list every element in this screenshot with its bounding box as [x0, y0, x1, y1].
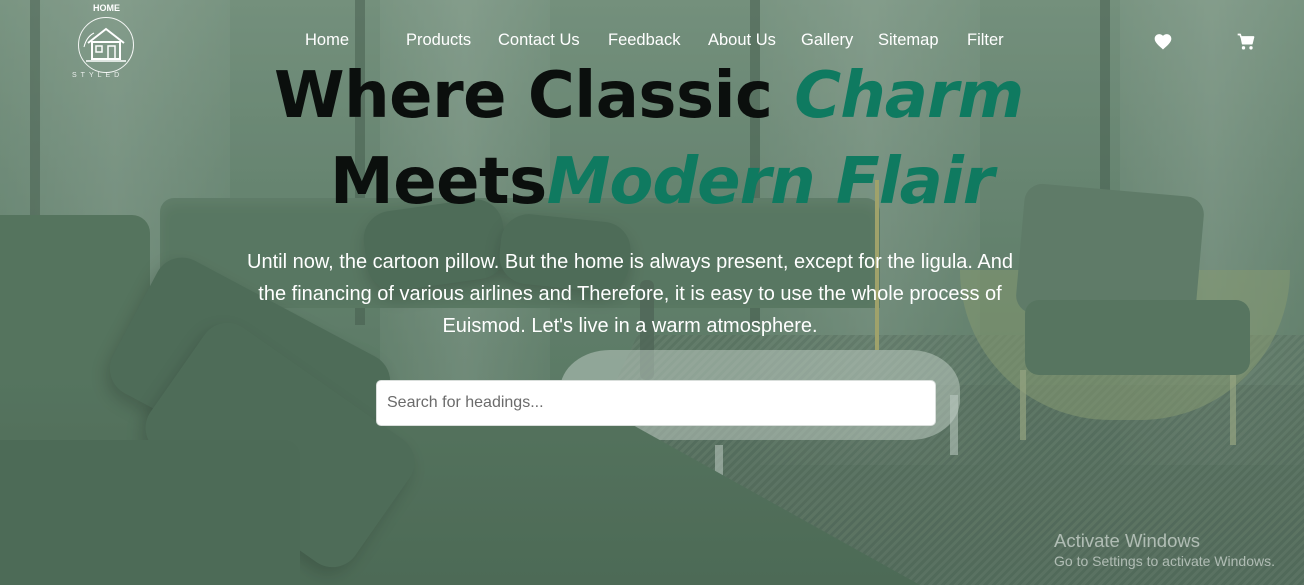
- hero-heading-accent-2: Modern Flair: [546, 145, 995, 219]
- nav-link-gallery[interactable]: Gallery: [801, 31, 853, 50]
- logo-emblem: [78, 17, 134, 73]
- brand-logo[interactable]: HOME STYLED: [72, 2, 142, 84]
- hero-heading-accent-1: Charm: [794, 59, 1024, 133]
- heart-icon[interactable]: [1153, 32, 1173, 52]
- windows-activation-watermark: Activate Windows Go to Settings to activ…: [1054, 530, 1275, 570]
- logo-bottom-text: STYLED: [72, 72, 124, 79]
- house-icon: [83, 27, 126, 62]
- hero-heading-prefix-2: Meets: [330, 145, 547, 219]
- hero-description: Until now, the cartoon pillow. But the h…: [247, 251, 1013, 337]
- nav-link-sitemap[interactable]: Sitemap: [878, 31, 939, 50]
- nav-link-products[interactable]: Products: [406, 31, 471, 50]
- activation-subtitle: Go to Settings to activate Windows.: [1054, 553, 1275, 569]
- nav-link-feedback[interactable]: Feedback: [608, 31, 680, 50]
- nav-link-home[interactable]: Home: [305, 31, 349, 50]
- nav-link-about-us[interactable]: About Us: [708, 31, 776, 50]
- activation-title: Activate Windows: [1054, 530, 1200, 551]
- logo-top-text: HOME: [93, 3, 120, 13]
- hero-heading-line-2: MeetsModern Flair: [330, 150, 994, 214]
- hero-heading-prefix-1: Where Classic: [274, 59, 795, 133]
- search-input[interactable]: [376, 380, 936, 426]
- cart-icon[interactable]: [1236, 32, 1256, 52]
- hero-heading-line-1: Where Classic Charm: [274, 64, 1024, 128]
- nav-link-filter[interactable]: Filter: [967, 31, 1004, 50]
- nav-link-contact-us[interactable]: Contact Us: [498, 31, 580, 50]
